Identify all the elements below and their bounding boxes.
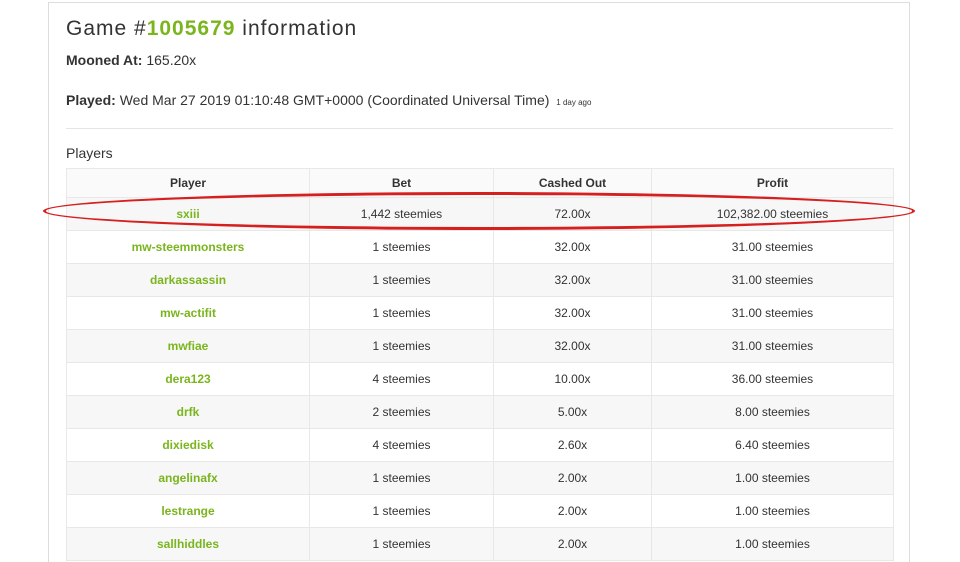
played-label: Played: (66, 92, 116, 108)
column-header-bet: Bet (309, 168, 494, 198)
player-link[interactable]: sallhiddles (66, 527, 310, 561)
profit-cell: 36.00 steemies (651, 362, 894, 396)
section-divider (66, 128, 893, 129)
game-id: 1005679 (146, 17, 236, 40)
table-row: mw-steemmonsters 1 steemies 32.00x 31.00 st… (66, 230, 894, 264)
played-ago: 1 day ago (556, 98, 592, 107)
table-row: darkassassin 1 steemies 32.00x 31.00 steemi… (66, 263, 894, 297)
table-row: lestrange 1 steemies 2.00x 1.00 steemies (66, 494, 894, 528)
player-link[interactable]: angelinafx (66, 461, 310, 495)
bet-cell: 1,442 steemies (309, 197, 494, 231)
profit-cell: 31.00 steemies (651, 329, 894, 363)
cashed-out-cell: 5.00x (493, 395, 652, 429)
played-value: Wed Mar 27 2019 01:10:48 GMT+0000 (Coord… (119, 92, 550, 108)
profit-cell: 1.00 steemies (651, 494, 894, 528)
bet-cell: 4 steemies (309, 362, 494, 396)
bet-cell: 4 steemies (309, 428, 494, 462)
bet-cell: 1 steemies (309, 263, 494, 297)
player-link[interactable]: darkassassin (66, 263, 310, 297)
cashed-out-cell: 2.00x (493, 461, 652, 495)
profit-cell: 31.00 steemies (651, 263, 894, 297)
page-title: Game #1005679 information (66, 17, 357, 41)
profit-cell: 1.00 steemies (651, 461, 894, 495)
table-row: dixiedisk 4 steemies 2.60x 6.40 steemies (66, 428, 894, 462)
cashed-out-cell: 2.00x (493, 527, 652, 561)
players-table: Player Bet Cashed Out Profit sxiii 1,442 … (66, 168, 894, 561)
bet-cell: 1 steemies (309, 296, 494, 330)
table-row: dera123 4 steemies 10.00x 36.00 steemies (66, 362, 894, 396)
table-row: drfk 2 steemies 5.00x 8.00 steemies (66, 395, 894, 429)
profit-cell: 102,382.00 steemies (651, 197, 894, 231)
column-header-profit: Profit (651, 168, 894, 198)
cashed-out-cell: 2.00x (493, 494, 652, 528)
bet-cell: 1 steemies (309, 230, 494, 264)
bet-cell: 1 steemies (309, 527, 494, 561)
table-row: sxiii 1,442 steemies 72.00x 102,382.00 stee… (66, 197, 894, 231)
profit-cell: 31.00 steemies (651, 230, 894, 264)
cashed-out-cell: 32.00x (493, 329, 652, 363)
table-row: angelinafx 1 steemies 2.00x 1.00 steemies (66, 461, 894, 495)
profit-cell: 31.00 steemies (651, 296, 894, 330)
player-link[interactable]: dixiedisk (66, 428, 310, 462)
player-link[interactable]: drfk (66, 395, 310, 429)
table-row: sallhiddles 1 steemies 2.00x 1.00 steemies (66, 527, 894, 561)
profit-cell: 6.40 steemies (651, 428, 894, 462)
bet-cell: 1 steemies (309, 461, 494, 495)
title-suffix: information (235, 17, 358, 40)
column-header-player: Player (66, 168, 310, 198)
cashed-out-cell: 2.60x (493, 428, 652, 462)
table-row: mw-actifit 1 steemies 32.00x 31.00 steemies (66, 296, 894, 330)
player-link[interactable]: mw-steemmonsters (66, 230, 310, 264)
cashed-out-cell: 10.00x (493, 362, 652, 396)
cashed-out-cell: 72.00x (493, 197, 652, 231)
players-heading: Players (66, 145, 113, 161)
player-link[interactable]: lestrange (66, 494, 310, 528)
profit-cell: 1.00 steemies (651, 527, 894, 561)
mooned-at-label: Mooned At: (66, 52, 143, 68)
player-link[interactable]: mwfiae (66, 329, 310, 363)
player-link[interactable]: mw-actifit (66, 296, 310, 330)
profit-cell: 8.00 steemies (651, 395, 894, 429)
bet-cell: 1 steemies (309, 494, 494, 528)
cashed-out-cell: 32.00x (493, 263, 652, 297)
player-link[interactable]: dera123 (66, 362, 310, 396)
player-link[interactable]: sxiii (66, 197, 310, 231)
cashed-out-cell: 32.00x (493, 296, 652, 330)
bet-cell: 2 steemies (309, 395, 494, 429)
bet-cell: 1 steemies (309, 329, 494, 363)
table-row: mwfiae 1 steemies 32.00x 31.00 steemies (66, 329, 894, 363)
title-prefix: Game # (66, 17, 147, 40)
played-line: Played: Wed Mar 27 2019 01:10:48 GMT+000… (66, 92, 591, 108)
cashed-out-cell: 32.00x (493, 230, 652, 264)
table-header-row: Player Bet Cashed Out Profit (66, 168, 894, 198)
column-header-cashed-out: Cashed Out (493, 168, 652, 198)
mooned-at-value: 165.20x (146, 52, 197, 68)
mooned-at-line: Mooned At: 165.20x (66, 52, 196, 68)
